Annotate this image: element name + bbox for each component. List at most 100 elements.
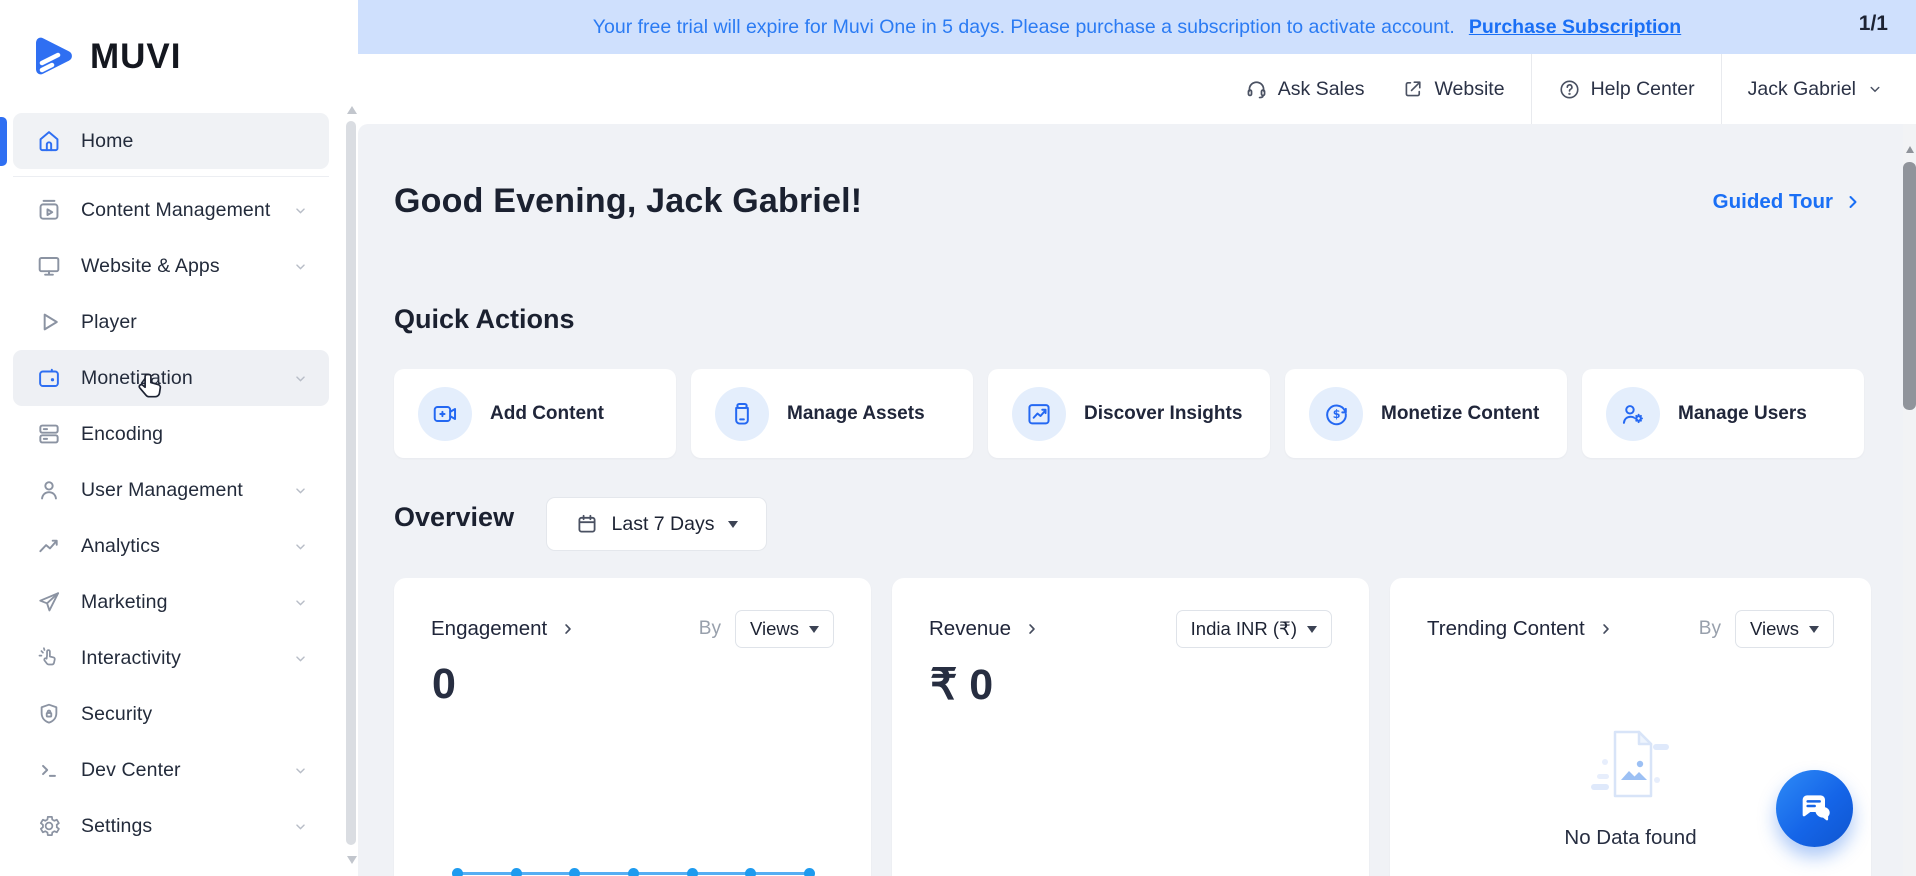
engagement-title-link[interactable]: Engagement: [431, 617, 577, 641]
chevron-down-icon: [296, 543, 305, 550]
banner-pager: 1/1: [1858, 12, 1888, 35]
overview-cards-row: Engagement By Views 0 Revenue India INR …: [394, 578, 1871, 876]
video-plus-icon: [433, 405, 457, 422]
sidebar-item-security[interactable]: Security: [13, 686, 329, 742]
ask-sales-button[interactable]: Ask Sales: [1245, 78, 1364, 101]
quick-action-label: Manage Assets: [787, 402, 925, 424]
revenue-title: Revenue: [929, 617, 1012, 640]
icon-circle: $: [1309, 386, 1363, 441]
website-button[interactable]: Website: [1402, 78, 1505, 101]
trending-title: Trending Content: [1427, 617, 1585, 640]
muvi-logo[interactable]: MUVI: [28, 33, 182, 81]
muvi-dashboard: MUVI Home Content Management Website & A…: [0, 0, 1916, 876]
engagement-filter-dropdown[interactable]: Views: [734, 610, 834, 648]
muvi-logo-text: MUVI: [90, 37, 182, 76]
date-range-value: Last 7 Days: [611, 512, 715, 535]
by-label: By: [698, 618, 721, 639]
currency-filter-dropdown[interactable]: India INR (₹): [1175, 610, 1332, 648]
user-menu[interactable]: Jack Gabriel: [1748, 78, 1894, 101]
sidebar-scrollbar-up-arrow[interactable]: [347, 106, 357, 114]
quick-action-label: Manage Users: [1678, 402, 1807, 424]
date-range-dropdown[interactable]: Last 7 Days: [546, 497, 767, 551]
trial-banner: Your free trial will expire for Muvi One…: [358, 0, 1916, 54]
send-icon: [39, 592, 60, 612]
chevron-down-icon: [296, 263, 305, 270]
sidebar-item-label: Dev Center: [81, 758, 181, 781]
trend-icon: [39, 539, 58, 553]
tap-icon: [38, 647, 56, 666]
icon-circle: [1606, 386, 1660, 441]
top-header: Ask Sales Website Help Center Jack Gabri…: [358, 54, 1916, 124]
revenue-value: ₹ 0: [930, 661, 994, 709]
sparkline-point: [452, 867, 463, 876]
play-icon: [43, 313, 58, 331]
main-scrollbar-thumb[interactable]: [1903, 162, 1916, 410]
purchase-subscription-link[interactable]: Purchase Subscription: [1469, 16, 1681, 39]
sidebar-item-player[interactable]: Player: [13, 294, 329, 350]
chevron-right-icon: [565, 624, 572, 634]
quick-action-label: Add Content: [490, 402, 604, 424]
chevron-down-icon: [296, 487, 305, 494]
sparkline-point: [804, 867, 815, 876]
quick-action-manage-assets[interactable]: Manage Assets: [691, 369, 973, 458]
revenue-card: Revenue India INR (₹) ₹ 0: [892, 578, 1369, 876]
shield-icon: [40, 703, 58, 724]
quick-action-add-content[interactable]: Add Content: [394, 369, 676, 458]
gear-icon: [39, 816, 60, 836]
sidebar-item-marketing[interactable]: Marketing: [13, 574, 329, 630]
trending-title-link[interactable]: Trending Content: [1427, 617, 1615, 641]
guided-tour-link[interactable]: Guided Tour: [1713, 190, 1863, 214]
no-data-illustration: [1590, 730, 1669, 798]
sidebar-item-encoding[interactable]: Encoding: [13, 406, 329, 462]
user-name: Jack Gabriel: [1747, 77, 1856, 100]
greeting-heading: Good Evening, Jack Gabriel!: [394, 182, 863, 220]
chart-up-icon: [1028, 403, 1050, 424]
sidebar-item-monetization[interactable]: Monetization: [13, 350, 329, 406]
sidebar-item-label: Settings: [81, 814, 153, 837]
content-management-icon: [39, 199, 59, 220]
sidebar-item-user-management[interactable]: User Management: [13, 462, 329, 518]
sidebar-item-label: User Management: [81, 478, 243, 501]
trending-filter-dropdown[interactable]: Views: [1734, 610, 1834, 648]
quick-action-label: Discover Insights: [1084, 402, 1243, 424]
chevron-right-icon: [1849, 196, 1857, 208]
sparkline-point: [628, 867, 639, 876]
quick-action-label: Monetize Content: [1381, 402, 1540, 424]
sidebar-item-website-apps[interactable]: Website & Apps: [13, 238, 329, 294]
sidebar-item-interactivity[interactable]: Interactivity: [13, 630, 329, 686]
sidebar-item-content-management[interactable]: Content Management: [13, 182, 329, 238]
icon-circle: [418, 386, 472, 441]
trial-banner-message: Your free trial will expire for Muvi One…: [592, 15, 1455, 38]
active-item-indicator: [0, 117, 7, 166]
sidebar-scrollbar[interactable]: [346, 121, 356, 845]
sidebar-item-label: Content Management: [81, 198, 271, 221]
sidebar-item-dev-center[interactable]: Dev Center: [13, 742, 329, 798]
sidebar-item-label: Monetization: [81, 366, 193, 389]
external-link-icon: [1406, 81, 1422, 97]
sidebar-item-settings[interactable]: Settings: [13, 798, 329, 854]
sidebar-item-home[interactable]: Home: [13, 113, 329, 169]
quick-action-discover-insights[interactable]: Discover Insights: [988, 369, 1270, 458]
sparkline-point: [686, 867, 698, 876]
sparkline-point: [745, 867, 757, 876]
quick-action-manage-users[interactable]: Manage Users: [1582, 369, 1864, 458]
help-center-button[interactable]: Help Center: [1558, 78, 1695, 101]
engagement-title: Engagement: [431, 617, 548, 640]
main-scrollbar-up-arrow[interactable]: [1906, 146, 1914, 153]
icon-circle: [715, 386, 769, 441]
engagement-card: Engagement By Views 0: [394, 578, 871, 876]
trending-filter-value: Views: [1749, 618, 1799, 639]
chat-bubbles-icon: [1802, 794, 1830, 820]
dropdown-caret-icon: [809, 625, 819, 633]
chat-widget-button[interactable]: [1776, 770, 1853, 847]
sidebar-item-label: Interactivity: [81, 646, 181, 669]
guided-tour-label: Guided Tour: [1712, 190, 1833, 213]
engagement-filter-value: Views: [749, 618, 799, 639]
help-center-label: Help Center: [1590, 77, 1695, 100]
revenue-title-link[interactable]: Revenue: [929, 617, 1041, 641]
quick-action-monetize-content[interactable]: $ Monetize Content: [1285, 369, 1567, 458]
sidebar-item-analytics[interactable]: Analytics: [13, 518, 329, 574]
headset-icon: [1247, 80, 1266, 98]
sidebar-scrollbar-down-arrow[interactable]: [347, 856, 357, 864]
terminal-icon: [42, 764, 56, 777]
